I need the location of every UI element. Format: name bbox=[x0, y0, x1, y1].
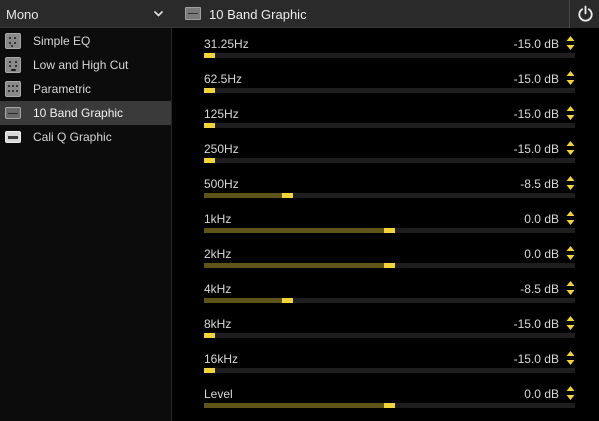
param-row-8khz: 8kHz -15.0 dB bbox=[172, 309, 599, 344]
slider-handle[interactable] bbox=[204, 88, 215, 93]
model-item-parametric[interactable]: Parametric bbox=[0, 77, 171, 101]
up-down-stepper-icon[interactable] bbox=[566, 140, 575, 156]
param-slider[interactable] bbox=[204, 158, 575, 163]
param-label: 62.5Hz bbox=[204, 72, 243, 86]
slider-handle[interactable] bbox=[282, 298, 294, 303]
model-item-cali-q-graphic[interactable]: Cali Q Graphic bbox=[0, 125, 171, 149]
slider-handle[interactable] bbox=[204, 368, 215, 373]
slider-handle[interactable] bbox=[204, 53, 215, 58]
power-button[interactable] bbox=[569, 0, 599, 28]
mono-stereo-select[interactable]: Mono bbox=[0, 0, 172, 28]
model-item-low-and-high-cut[interactable]: Low and High Cut bbox=[0, 53, 171, 77]
slider-handle[interactable] bbox=[282, 193, 294, 198]
graphic-eq-rack-icon bbox=[185, 7, 201, 20]
up-down-stepper-icon[interactable] bbox=[566, 35, 575, 51]
param-row-level: Level 0.0 dB bbox=[172, 379, 599, 414]
model-item-simple-eq[interactable]: Simple EQ bbox=[0, 29, 171, 53]
model-item-label: Cali Q Graphic bbox=[33, 130, 112, 144]
up-down-stepper-icon[interactable] bbox=[566, 350, 575, 366]
param-value: -8.5 dB bbox=[520, 177, 559, 191]
param-row-250hz: 250Hz -15.0 dB bbox=[172, 134, 599, 169]
slider-fill bbox=[204, 403, 384, 408]
param-row-2khz: 2kHz 0.0 dB bbox=[172, 239, 599, 274]
param-slider[interactable] bbox=[204, 333, 575, 338]
parametric-pedal-icon bbox=[5, 81, 21, 97]
param-slider[interactable] bbox=[204, 403, 575, 408]
slider-handle[interactable] bbox=[204, 123, 215, 128]
slider-handle[interactable] bbox=[204, 158, 215, 163]
param-slider[interactable] bbox=[204, 123, 575, 128]
param-slider[interactable] bbox=[204, 298, 575, 303]
up-down-stepper-icon[interactable] bbox=[566, 245, 575, 261]
up-down-stepper-icon[interactable] bbox=[566, 210, 575, 226]
up-down-stepper-icon[interactable] bbox=[566, 175, 575, 191]
low-high-cut-pedal-icon bbox=[5, 57, 21, 73]
model-item-10-band-graphic[interactable]: 10 Band Graphic bbox=[0, 101, 171, 125]
slider-handle[interactable] bbox=[204, 333, 215, 338]
param-slider[interactable] bbox=[204, 263, 575, 268]
power-icon bbox=[578, 5, 593, 22]
cali-q-rack-icon bbox=[5, 131, 21, 143]
param-row-62-5hz: 62.5Hz -15.0 dB bbox=[172, 64, 599, 99]
param-value: -15.0 dB bbox=[513, 352, 559, 366]
model-item-label: Parametric bbox=[33, 82, 92, 96]
slider-handle[interactable] bbox=[384, 263, 395, 268]
slider-fill bbox=[204, 193, 283, 198]
chevron-down-icon bbox=[153, 10, 164, 17]
param-value: -15.0 dB bbox=[513, 37, 559, 51]
param-label: 4kHz bbox=[204, 282, 232, 296]
param-label: 500Hz bbox=[204, 177, 239, 191]
param-slider[interactable] bbox=[204, 88, 575, 93]
parameter-list: 31.25Hz -15.0 dB 62.5Hz -15.0 dB 125Hz -… bbox=[172, 29, 599, 421]
model-list-panel: Mono Simple EQ Low and High Cut Parametr… bbox=[0, 0, 172, 421]
param-value: -15.0 dB bbox=[513, 142, 559, 156]
up-down-stepper-icon[interactable] bbox=[566, 105, 575, 121]
param-label: 16kHz bbox=[204, 352, 239, 366]
param-label: Level bbox=[204, 387, 233, 401]
model-item-label: Low and High Cut bbox=[33, 58, 129, 72]
up-down-stepper-icon[interactable] bbox=[566, 315, 575, 331]
param-row-16khz: 16kHz -15.0 dB bbox=[172, 344, 599, 379]
model-item-label: 10 Band Graphic bbox=[33, 106, 124, 120]
up-down-stepper-icon[interactable] bbox=[566, 385, 575, 401]
model-list: Simple EQ Low and High Cut Parametric 10… bbox=[0, 29, 171, 149]
param-label: 31.25Hz bbox=[204, 37, 249, 51]
param-value: -15.0 dB bbox=[513, 107, 559, 121]
param-value: 0.0 dB bbox=[524, 247, 559, 261]
param-row-500hz: 500Hz -8.5 dB bbox=[172, 169, 599, 204]
graphic-eq-rack-icon bbox=[5, 107, 21, 119]
param-value: -15.0 dB bbox=[513, 317, 559, 331]
block-title: 10 Band Graphic bbox=[209, 7, 307, 22]
param-row-125hz: 125Hz -15.0 dB bbox=[172, 99, 599, 134]
up-down-stepper-icon[interactable] bbox=[566, 70, 575, 86]
param-label: 125Hz bbox=[204, 107, 239, 121]
block-header: 10 Band Graphic bbox=[172, 0, 599, 28]
param-row-31-25hz: 31.25Hz -15.0 dB bbox=[172, 29, 599, 64]
simple-eq-pedal-icon bbox=[5, 33, 21, 49]
param-slider[interactable] bbox=[204, 228, 575, 233]
slider-handle[interactable] bbox=[384, 228, 395, 233]
param-value: -15.0 dB bbox=[513, 72, 559, 86]
param-value: 0.0 dB bbox=[524, 387, 559, 401]
param-label: 1kHz bbox=[204, 212, 232, 226]
param-value: -8.5 dB bbox=[520, 282, 559, 296]
param-label: 250Hz bbox=[204, 142, 239, 156]
model-item-label: Simple EQ bbox=[33, 34, 91, 48]
param-row-4khz: 4kHz -8.5 dB bbox=[172, 274, 599, 309]
up-down-stepper-icon[interactable] bbox=[566, 280, 575, 296]
slider-fill bbox=[204, 263, 384, 268]
param-slider[interactable] bbox=[204, 53, 575, 58]
slider-fill bbox=[204, 298, 283, 303]
mode-select-value: Mono bbox=[6, 7, 39, 22]
param-slider[interactable] bbox=[204, 368, 575, 373]
slider-fill bbox=[204, 228, 384, 233]
slider-handle[interactable] bbox=[384, 403, 395, 408]
param-label: 8kHz bbox=[204, 317, 232, 331]
param-label: 2kHz bbox=[204, 247, 232, 261]
param-slider[interactable] bbox=[204, 193, 575, 198]
param-value: 0.0 dB bbox=[524, 212, 559, 226]
param-row-1khz: 1kHz 0.0 dB bbox=[172, 204, 599, 239]
